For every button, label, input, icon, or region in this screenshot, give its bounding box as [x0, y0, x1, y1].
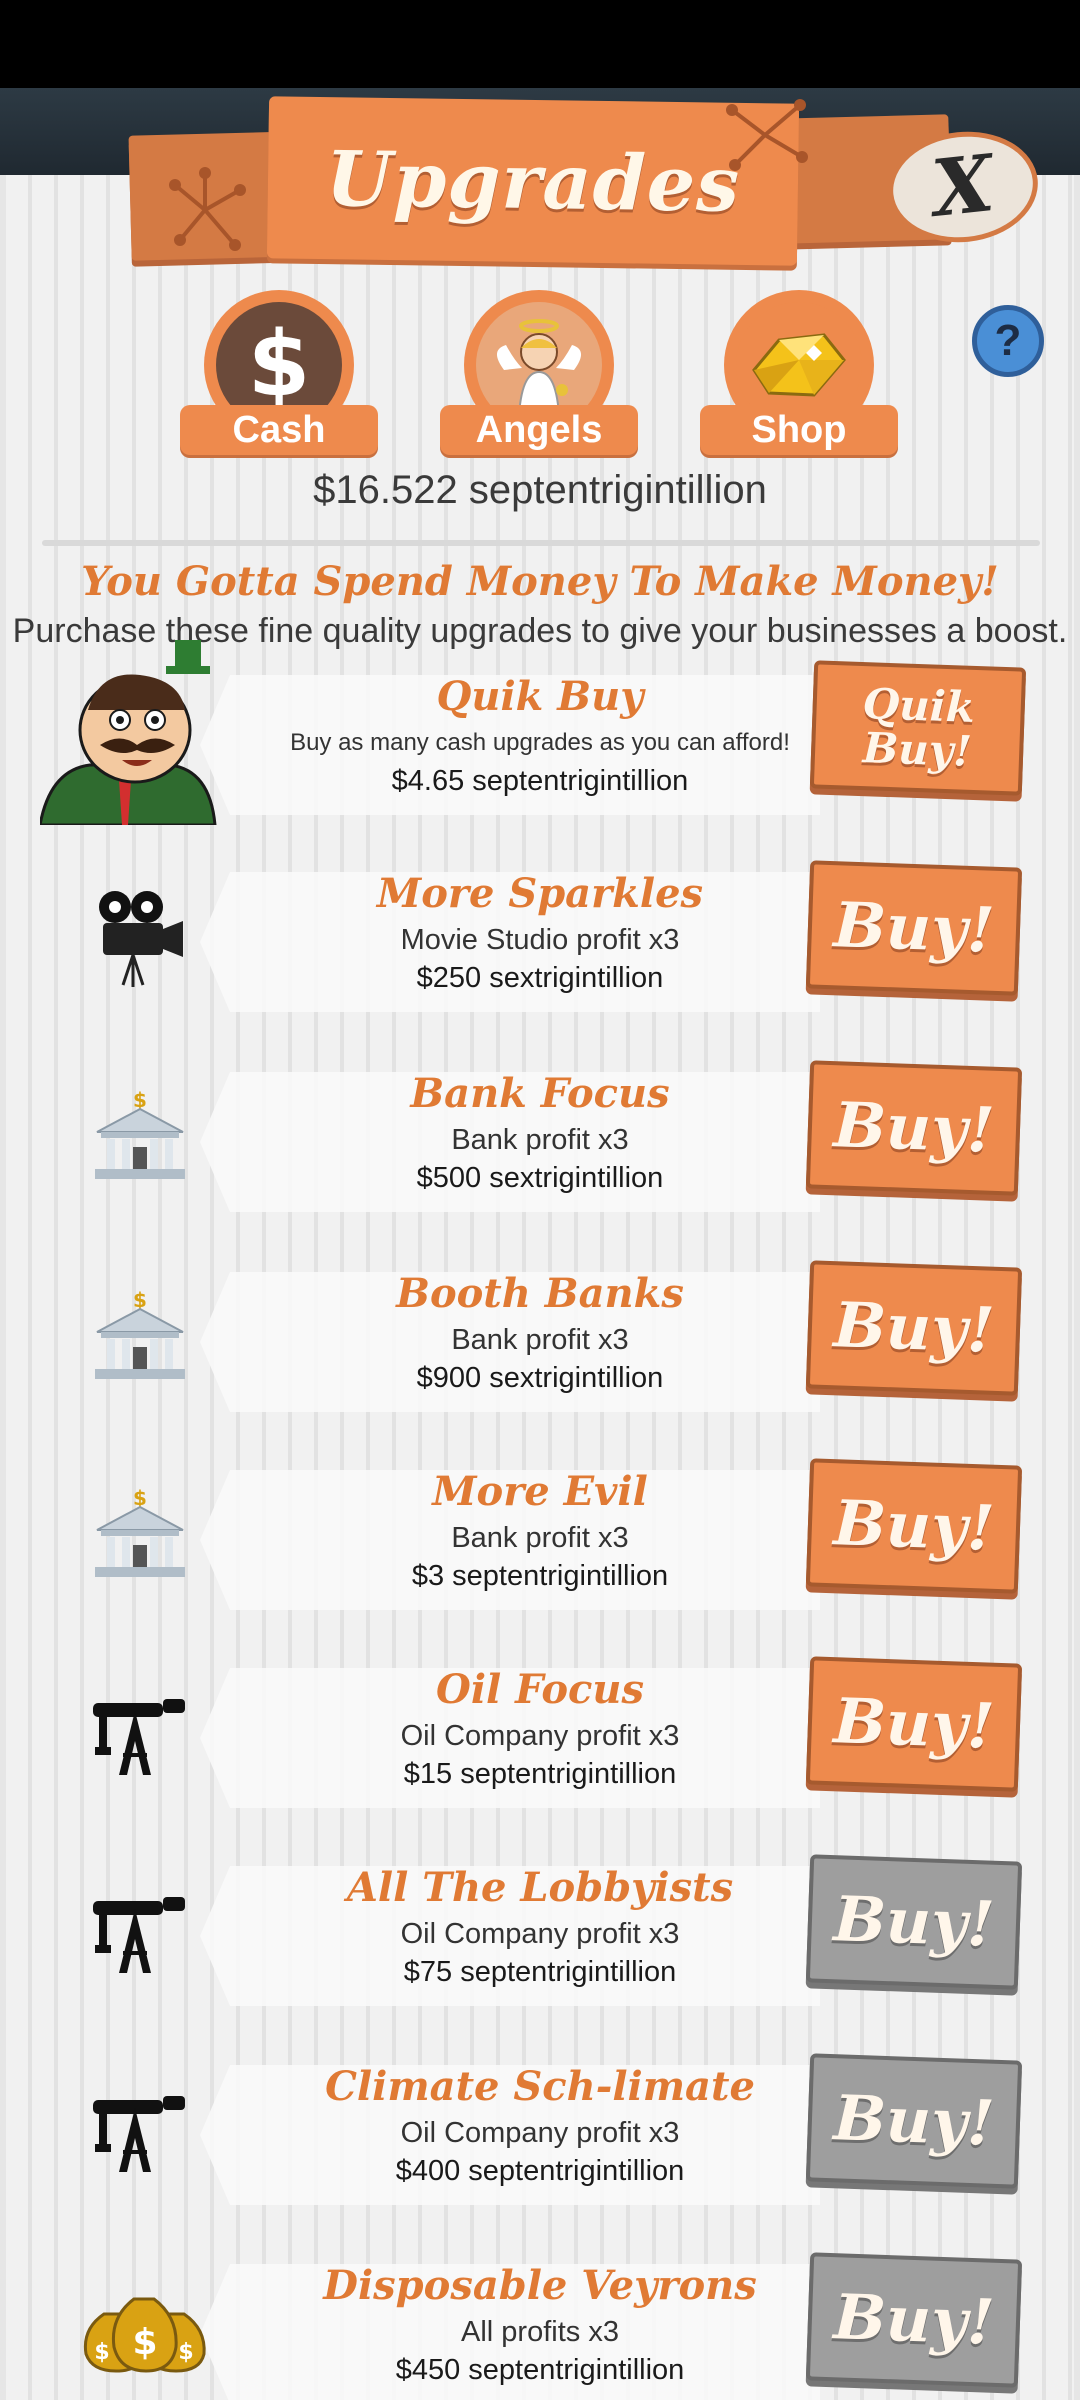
oil-derrick-icon	[80, 1678, 200, 1788]
upgrade-name: Disposable Veyrons	[323, 2262, 757, 2309]
buy-label: Buy!	[832, 1088, 996, 1167]
quik-buy-label-line2: Buy!	[861, 723, 973, 776]
upgrade-name: More Sparkles	[376, 870, 704, 917]
upgrade-desc: Oil Company profit x3	[400, 1918, 680, 1950]
close-icon: X	[928, 138, 998, 235]
upgrade-desc: Bank profit x3	[451, 1324, 629, 1356]
upgrade-desc: Oil Company profit x3	[400, 2117, 680, 2149]
buy-label: Buy!	[832, 2081, 996, 2160]
tab-angels-label: Angels	[440, 405, 638, 455]
buy-label: Buy!	[832, 1486, 996, 1565]
buy-button-disabled[interactable]: Buy!	[805, 2252, 1023, 2388]
quik-buy-button[interactable]: Quik Buy!	[809, 660, 1027, 796]
mascot-icon	[40, 640, 220, 825]
bank-icon: $	[80, 1282, 200, 1392]
money-bags-icon: $ $ $	[74, 2274, 214, 2384]
divider	[42, 540, 1040, 546]
quik-buy-row: Quik Buy Buy as many cash upgrades as yo…	[0, 640, 1080, 825]
upgrade-name: More Evil	[432, 1468, 648, 1515]
tab-shop[interactable]: Shop	[700, 290, 900, 455]
tab-cash-label: Cash	[180, 405, 378, 455]
buy-button[interactable]: Buy!	[805, 1656, 1023, 1792]
tab-cash[interactable]: $ Cash	[180, 290, 380, 455]
upgrade-price: $3 septentrigintillion	[411, 1560, 669, 1592]
upgrade-desc: Movie Studio profit x3	[400, 924, 680, 956]
upgrade-name: Oil Focus	[435, 1666, 644, 1713]
buy-button[interactable]: Buy!	[805, 860, 1023, 996]
upgrade-price: $15 septentrigintillion	[403, 1758, 677, 1790]
upgrade-row-all-the-lobbyists: All The Lobbyists Oil Company profit x3 …	[0, 1854, 1080, 2016]
buy-label: Buy!	[832, 2280, 996, 2359]
dollar-icon: $	[248, 315, 311, 415]
bank-icon: $	[80, 1480, 200, 1590]
buy-button[interactable]: Buy!	[805, 1260, 1023, 1396]
help-button[interactable]: ?	[972, 305, 1044, 377]
buy-label: Buy!	[832, 1882, 996, 1961]
upgrade-price: $75 septentrigintillion	[403, 1956, 677, 1988]
slogan-heading: You Gotta Spend Money To Make Money!	[81, 558, 999, 605]
upgrade-price: $500 sextrigintillion	[416, 1162, 664, 1194]
buy-label: Buy!	[832, 1288, 996, 1367]
upgrade-row-more-evil: $ More Evil Bank profit x3 $3 septentrig…	[0, 1458, 1080, 1620]
buy-button[interactable]: Buy!	[805, 1458, 1023, 1594]
angel-icon	[496, 319, 582, 416]
upgrade-price: $450 septentrigintillion	[395, 2354, 685, 2386]
upgrade-row-booth-banks: $ Booth Banks Bank profit x3 $900 sextri…	[0, 1260, 1080, 1422]
upgrade-row-oil-focus: Oil Focus Oil Company profit x3 $15 sept…	[0, 1656, 1080, 1818]
tab-angels[interactable]: Angels	[440, 290, 640, 455]
buy-label: Buy!	[832, 1684, 996, 1763]
svg-text:$: $	[94, 2340, 109, 2365]
oil-derrick-icon	[80, 1876, 200, 1986]
upgrade-price: $250 sextrigintillion	[416, 962, 664, 994]
starburst-right-icon	[726, 99, 808, 171]
upgrade-row-more-sparkles: More Sparkles Movie Studio profit x3 $25…	[0, 860, 1080, 1022]
upgrade-name: Quik Buy	[436, 673, 644, 720]
svg-text:$: $	[248, 315, 311, 415]
buy-button-disabled[interactable]: Buy!	[805, 2053, 1023, 2189]
svg-text:$: $	[132, 2322, 157, 2363]
page-title: Upgrades	[325, 133, 741, 229]
question-icon: ?	[994, 316, 1022, 365]
upgrade-row-climate-sch-limate: Climate Sch-limate Oil Company profit x3…	[0, 2053, 1080, 2215]
upgrade-price: $900 sextrigintillion	[416, 1362, 664, 1394]
cash-balance: $16.522 septentrigintillion	[313, 468, 767, 512]
buy-button[interactable]: Buy!	[805, 1060, 1023, 1196]
upgrade-desc: Oil Company profit x3	[400, 1720, 680, 1752]
svg-text:$: $	[178, 2340, 193, 2365]
upgrade-price: $400 septentrigintillion	[395, 2155, 685, 2187]
upgrade-name: Climate Sch-limate	[325, 2063, 755, 2110]
upgrade-row-bank-focus: $ Bank Focus Bank profit x3 $500 sextrig…	[0, 1060, 1080, 1222]
tab-shop-label: Shop	[700, 405, 898, 455]
upgrade-desc: All profits x3	[461, 2316, 619, 2348]
buy-button-disabled[interactable]: Buy!	[805, 1854, 1023, 1990]
upgrade-name: Bank Focus	[410, 1070, 670, 1117]
status-bar	[0, 0, 1080, 88]
starburst-left-icon	[169, 167, 246, 251]
gold-gem-icon	[752, 333, 846, 397]
upgrade-name: Booth Banks	[396, 1270, 684, 1317]
upgrade-price: $4.65 septentrigintillion	[391, 765, 689, 797]
bank-icon: $	[80, 1082, 200, 1192]
upgrade-desc: Buy as many cash upgrades as you can aff…	[290, 729, 790, 756]
movie-camera-icon	[80, 882, 200, 992]
upgrade-desc: Bank profit x3	[451, 1124, 629, 1156]
upgrade-row-disposable-veyrons: $ $ $ Disposable Veyrons All profits x3 …	[0, 2252, 1080, 2400]
buy-label: Buy!	[832, 888, 996, 967]
upgrade-name: All The Lobbyists	[346, 1864, 734, 1911]
upgrade-desc: Bank profit x3	[451, 1522, 629, 1554]
oil-derrick-icon	[80, 2075, 200, 2185]
